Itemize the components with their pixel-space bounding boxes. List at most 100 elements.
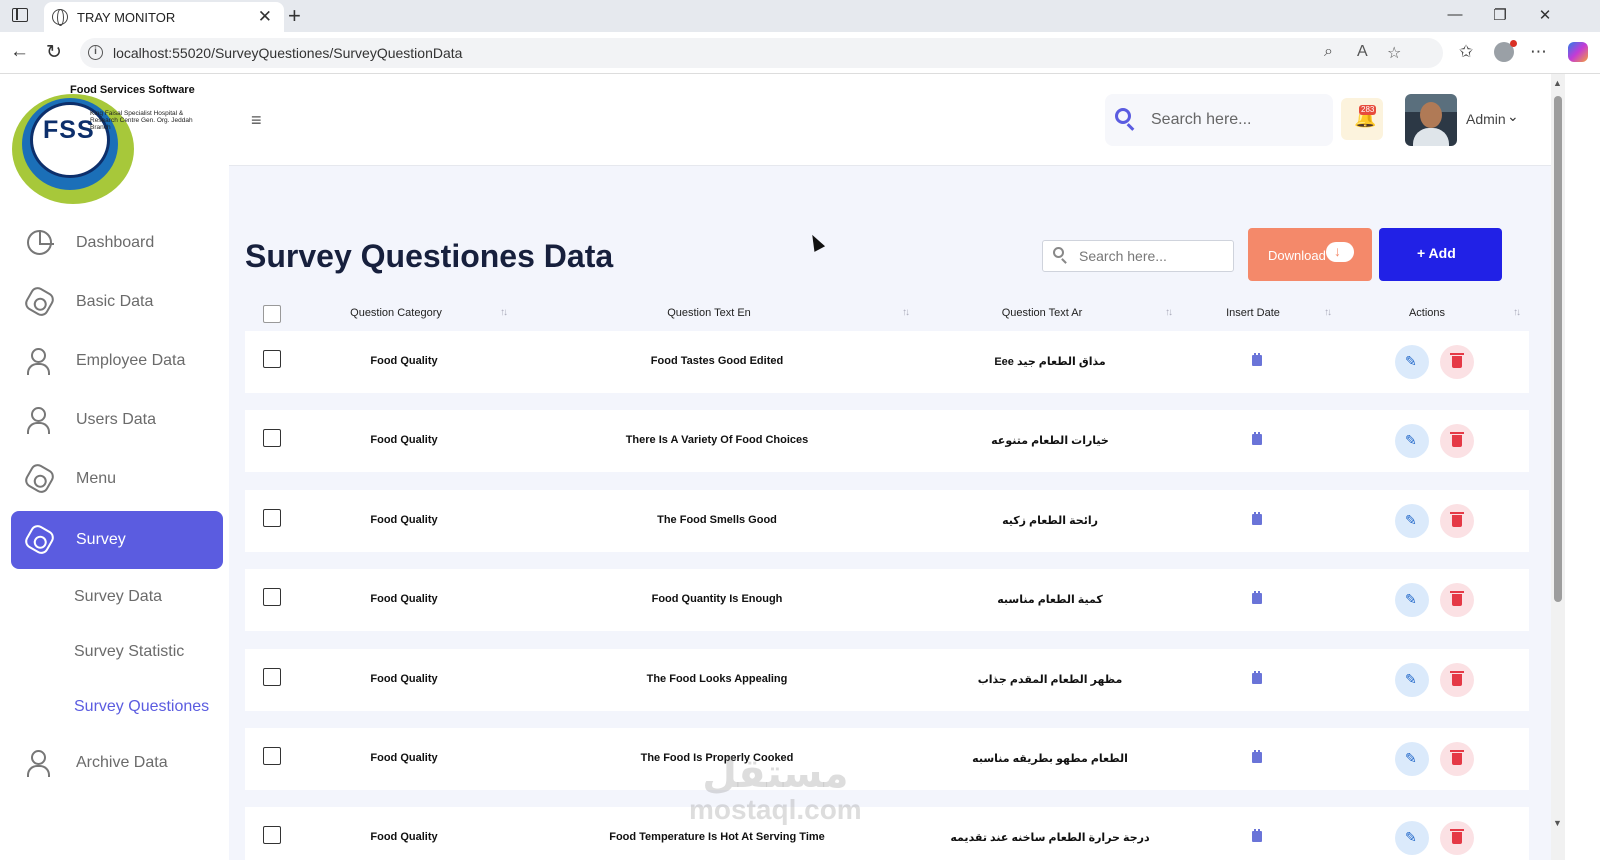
address-bar-area: ← ↻ i localhost:55020/SurveyQuestiones/S…	[0, 32, 1600, 74]
page-title: Survey Questiones Data	[245, 238, 614, 274]
sidebar-subitem-survey-statistic[interactable]: Survey Statistic	[74, 643, 184, 661]
cell-category: Food Quality	[370, 355, 438, 367]
pencil-icon: ✎	[1405, 750, 1417, 766]
table-search[interactable]	[1042, 240, 1234, 272]
delete-button[interactable]	[1440, 742, 1474, 776]
calendar-icon[interactable]	[1252, 511, 1262, 525]
sort-icon[interactable]: ↑↓	[1165, 307, 1173, 318]
calendar-icon[interactable]	[1252, 432, 1262, 446]
delete-button[interactable]	[1440, 821, 1474, 856]
calendar-icon[interactable]	[1252, 353, 1262, 366]
favorites-icon[interactable]: ✩	[1459, 42, 1473, 62]
sidebar-subitem-survey-questiones[interactable]: Survey Questiones	[74, 698, 209, 716]
sort-icon[interactable]: ↑↓	[500, 307, 508, 318]
sort-icon[interactable]: ↑↓	[1324, 307, 1332, 318]
chevron-down-icon[interactable]: ⌄	[1507, 108, 1519, 125]
tab-close-icon[interactable]: ✕	[258, 7, 272, 27]
header-search-input[interactable]	[1151, 108, 1321, 132]
column-header-insert-date[interactable]: Insert Date	[1226, 307, 1280, 319]
delete-button[interactable]	[1440, 503, 1474, 538]
column-header-text-ar[interactable]: Question Text Ar	[1002, 307, 1083, 319]
browser-tab[interactable]: TRAY MONITOR ✕	[44, 2, 284, 32]
sort-icon[interactable]: ↑↓	[1513, 307, 1521, 318]
table-header: Question Category ↑↓ Question Text En ↑↓…	[245, 296, 1529, 328]
delete-button[interactable]	[1440, 662, 1474, 697]
more-options-icon[interactable]: ⋯	[1530, 42, 1547, 62]
row-checkbox[interactable]	[263, 588, 281, 607]
reload-button[interactable]: ↻	[46, 41, 62, 64]
row-checkbox[interactable]	[263, 350, 281, 368]
sidebar-item-dashboard[interactable]: Dashboard	[11, 214, 223, 272]
copilot-icon[interactable]	[1568, 42, 1588, 62]
hamburger-menu-icon[interactable]: ≡	[251, 110, 262, 131]
cell-category: Food Quality	[370, 752, 438, 764]
sidebar-item-label: Users Data	[76, 411, 157, 428]
delete-button[interactable]	[1440, 345, 1474, 379]
minimize-button[interactable]: —	[1445, 6, 1465, 23]
cell-category: Food Quality	[370, 434, 438, 447]
edit-button[interactable]: ✎	[1395, 345, 1429, 379]
calendar-icon[interactable]	[1252, 750, 1262, 763]
users-icon	[27, 348, 52, 375]
row-checkbox[interactable]	[263, 747, 281, 765]
avatar[interactable]	[1405, 94, 1457, 146]
page-scrollbar[interactable]: ▲ ▼	[1551, 74, 1565, 860]
add-button[interactable]: + Add	[1379, 228, 1502, 281]
calendar-icon[interactable]	[1252, 829, 1262, 843]
zoom-icon[interactable]: ⌕	[1324, 43, 1333, 61]
sort-icon[interactable]: ↑↓	[902, 307, 910, 318]
sidebar-subitem-survey-data[interactable]: Survey Data	[74, 588, 162, 606]
table-row: Food Quality The Food Is Properly Cooked ا…	[245, 728, 1529, 790]
row-checkbox[interactable]	[263, 826, 281, 845]
cell-text-ar: الطعام مطهو بطريقه مناسبه	[972, 753, 1128, 765]
row-checkbox[interactable]	[263, 429, 281, 448]
select-all-checkbox[interactable]	[263, 305, 281, 323]
profile-icon[interactable]	[1494, 40, 1517, 62]
edit-button[interactable]: ✎	[1395, 503, 1429, 538]
download-button[interactable]: Download	[1248, 228, 1372, 281]
notifications-button[interactable]: 🔔 283	[1341, 98, 1383, 140]
sidebar-item-archive-data[interactable]: Archive Data	[11, 734, 223, 792]
back-button[interactable]: ←	[10, 41, 29, 63]
calendar-icon[interactable]	[1252, 591, 1262, 605]
edit-button[interactable]: ✎	[1395, 662, 1429, 697]
favorite-star-icon[interactable]: ☆	[1387, 43, 1401, 63]
tab-actions-icon[interactable]	[12, 8, 28, 22]
pencil-icon: ✎	[1405, 829, 1417, 846]
table-search-input[interactable]	[1079, 248, 1229, 264]
url-field[interactable]: i localhost:55020/SurveyQuestiones/Surve…	[80, 38, 1443, 68]
edit-button[interactable]: ✎	[1395, 742, 1429, 776]
scrollbar-thumb[interactable]	[1554, 96, 1562, 602]
column-header-actions[interactable]: Actions	[1409, 307, 1445, 319]
column-header-text-en[interactable]: Question Text En	[667, 307, 751, 319]
delete-button[interactable]	[1440, 583, 1474, 618]
sidebar-item-users-data[interactable]: Users Data	[11, 391, 223, 449]
sidebar-item-employee-data[interactable]: Employee Data	[11, 332, 223, 390]
sidebar: FSS King Faisal Specialist Hospital & Re…	[0, 74, 229, 860]
edit-button[interactable]: ✎	[1395, 583, 1429, 618]
edit-button[interactable]: ✎	[1395, 821, 1429, 856]
url-text[interactable]: localhost:55020/SurveyQuestiones/SurveyQ…	[113, 45, 462, 61]
scroll-down-arrow[interactable]: ▼	[1553, 818, 1562, 828]
row-checkbox[interactable]	[263, 508, 281, 527]
hexagon-icon	[22, 461, 57, 496]
sidebar-item-basic-data[interactable]: Basic Data	[11, 273, 223, 331]
restore-button[interactable]: ❐	[1490, 6, 1510, 24]
download-label: Download	[1268, 248, 1326, 263]
column-header-category[interactable]: Question Category	[350, 307, 442, 319]
sidebar-item-survey[interactable]: Survey	[11, 511, 223, 569]
site-info-icon[interactable]: i	[88, 45, 103, 60]
delete-button[interactable]	[1440, 424, 1474, 459]
row-checkbox[interactable]	[263, 667, 281, 686]
header-search[interactable]	[1105, 94, 1333, 146]
calendar-icon[interactable]	[1252, 670, 1262, 684]
close-window-button[interactable]: ✕	[1535, 6, 1555, 24]
user-name[interactable]: Admin	[1466, 111, 1506, 127]
new-tab-button[interactable]: +	[288, 3, 301, 29]
read-aloud-icon[interactable]: A	[1357, 43, 1368, 61]
scroll-up-arrow[interactable]: ▲	[1553, 78, 1562, 88]
edit-button[interactable]: ✎	[1395, 424, 1429, 459]
cell-category: Food Quality	[370, 593, 438, 606]
sidebar-item-menu[interactable]: Menu	[11, 450, 223, 508]
hexagon-icon	[22, 284, 57, 319]
